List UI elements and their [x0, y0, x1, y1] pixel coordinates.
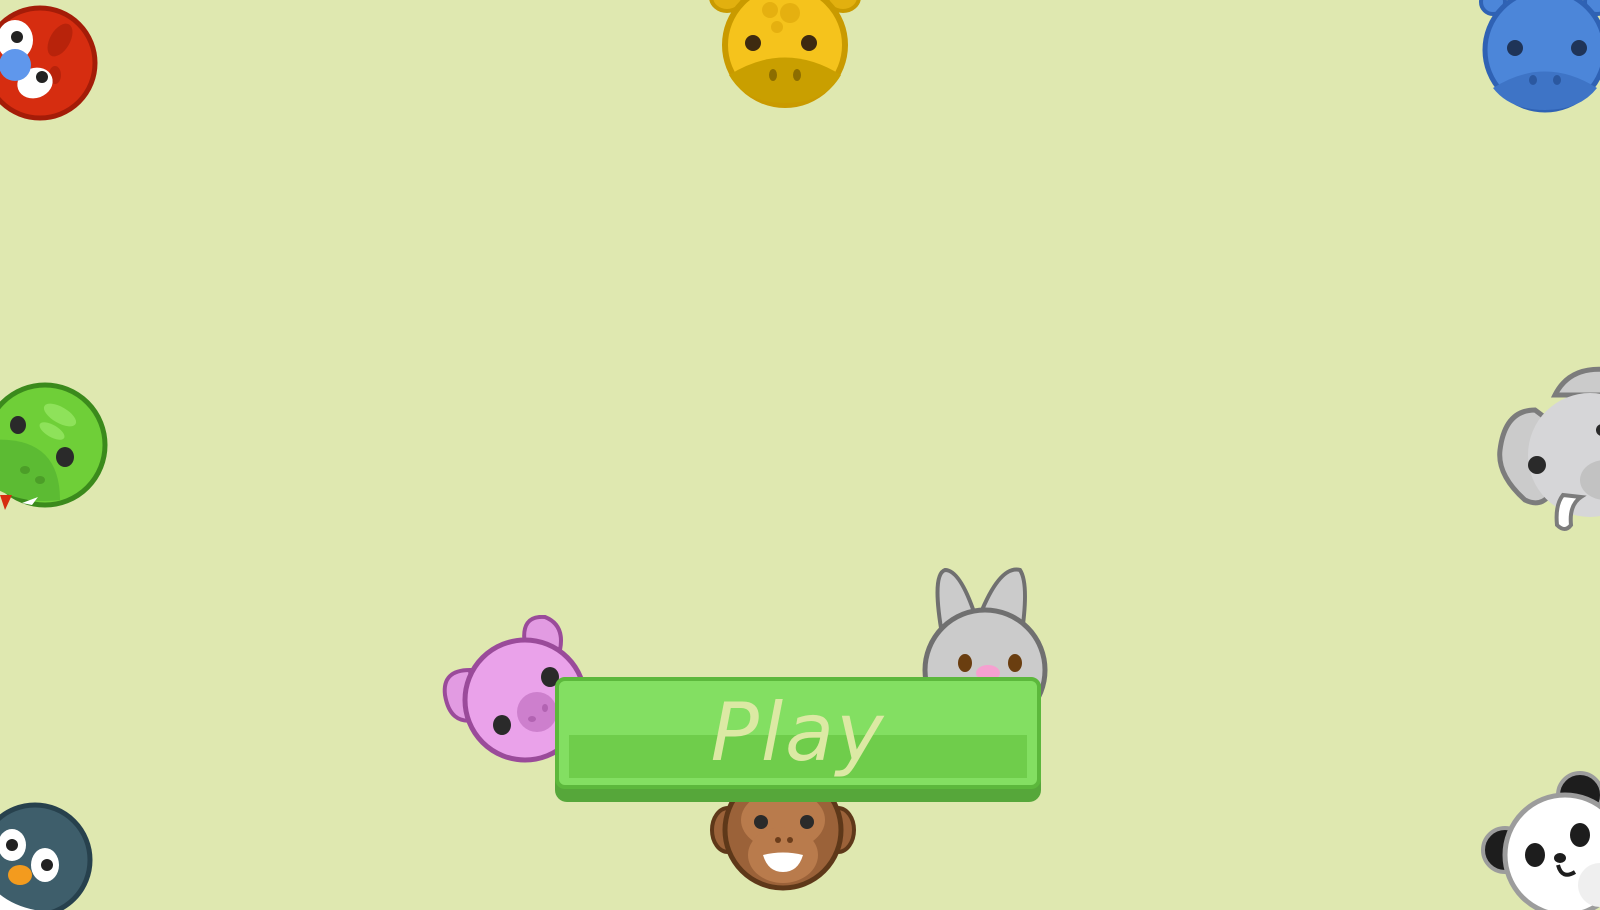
penguin-icon	[0, 802, 93, 910]
parrot-icon	[0, 5, 98, 121]
panda-icon	[1481, 771, 1600, 910]
hippo-icon	[1479, 0, 1600, 113]
elephant-icon	[1497, 366, 1600, 531]
giraffe-icon	[709, 0, 861, 108]
play-button[interactable]: Play	[555, 677, 1041, 802]
crocodile-icon	[0, 382, 108, 510]
game-scene: Play	[0, 0, 1600, 910]
play-button-label: Play	[710, 686, 886, 779]
